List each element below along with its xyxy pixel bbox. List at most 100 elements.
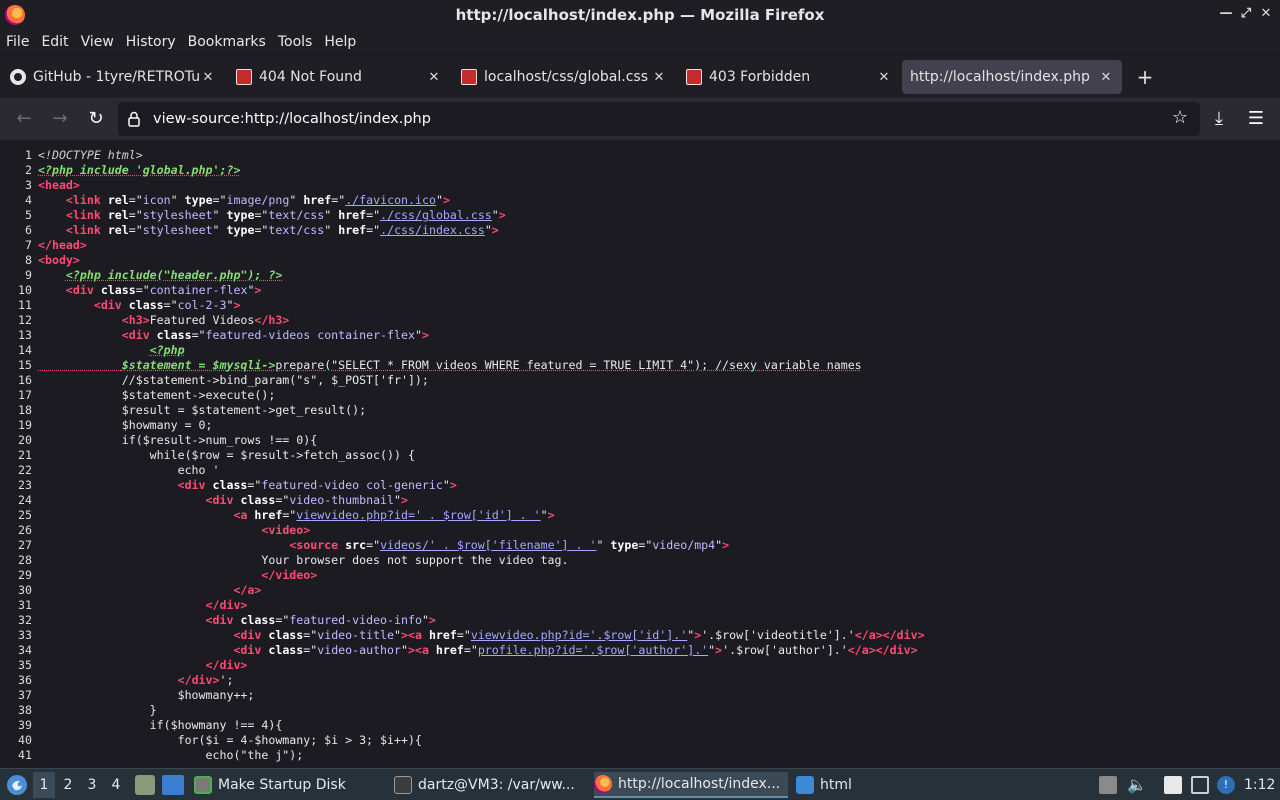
taskbar-item-startup-disk[interactable]: Make Startup Disk bbox=[194, 772, 384, 798]
tab-github[interactable]: GitHub - 1tyre/RETROTube ✕ bbox=[2, 60, 224, 94]
line-number: 24 bbox=[18, 493, 32, 507]
window-title: http://localhost/index.php — Mozilla Fir… bbox=[455, 6, 825, 24]
line-number: 8 bbox=[25, 253, 32, 267]
source-line: 10 <div class="container-flex"> bbox=[0, 283, 1280, 298]
taskbar-item-folder[interactable]: html bbox=[796, 772, 886, 798]
back-button[interactable]: ← bbox=[12, 107, 36, 131]
php-instruction: <?php include("header.php"); ?> bbox=[65, 268, 283, 282]
code-text: $howmany++; bbox=[38, 688, 255, 702]
volume-icon[interactable]: 🔈 bbox=[1127, 776, 1147, 794]
line-number: 31 bbox=[18, 598, 32, 612]
code-text: //$statement->bind_param("s", $_POST['fr… bbox=[38, 373, 429, 387]
usb-creator-icon bbox=[194, 776, 212, 794]
app-menu-button[interactable]: ☰ bbox=[1244, 107, 1268, 131]
php-instruction: $statement = $mysqli-> bbox=[121, 358, 276, 372]
source-line: 12 <h3>Featured Videos</h3> bbox=[0, 313, 1280, 328]
tab-title: 404 Not Found bbox=[259, 69, 362, 85]
source-line: 30 </a> bbox=[0, 583, 1280, 598]
source-link[interactable]: viewvideo.php?id=' . $row['id'] . ' bbox=[296, 508, 540, 522]
source-line: 23 <div class="featured-video col-generi… bbox=[0, 478, 1280, 493]
close-window-icon[interactable]: ✕ bbox=[1258, 6, 1274, 22]
line-number: 40 bbox=[18, 733, 32, 747]
tab-title: GitHub - 1tyre/RETROTube bbox=[33, 69, 200, 85]
source-link[interactable]: videos/' . $row['filename'] . ' bbox=[380, 538, 596, 552]
line-number: 35 bbox=[18, 658, 32, 672]
workspace-1[interactable]: 1 bbox=[33, 772, 55, 798]
workspace-4[interactable]: 4 bbox=[105, 772, 127, 798]
workspace-2[interactable]: 2 bbox=[57, 772, 79, 798]
source-link[interactable]: viewvideo.php?id='.$row['id'].' bbox=[471, 628, 687, 642]
url-text[interactable]: view-source:http://localhost/index.php bbox=[153, 102, 431, 136]
desktop-icon[interactable] bbox=[162, 775, 184, 795]
forward-button[interactable]: → bbox=[48, 107, 72, 131]
source-line: 13 <div class="featured-videos container… bbox=[0, 328, 1280, 343]
source-line: 20 if($result->num_rows !== 0){ bbox=[0, 433, 1280, 448]
source-link[interactable]: ./css/global.css bbox=[380, 208, 492, 222]
code-text: for($i = 4-$howmany; $i > 3; $i++){ bbox=[38, 733, 422, 747]
line-number: 39 bbox=[18, 718, 32, 732]
close-tab-icon[interactable]: ✕ bbox=[876, 70, 892, 85]
minimize-icon[interactable]: — bbox=[1218, 6, 1234, 22]
notes-icon[interactable] bbox=[1164, 776, 1182, 794]
source-link[interactable]: profile.php?id='.$row['author'].' bbox=[478, 643, 708, 657]
line-number: 9 bbox=[25, 268, 32, 282]
source-line: 36 </div>'; bbox=[0, 673, 1280, 688]
line-number: 28 bbox=[18, 553, 32, 567]
maximize-icon[interactable]: ⤢ bbox=[1238, 6, 1254, 22]
taskbar-item-firefox[interactable]: http://localhost/index... bbox=[594, 772, 788, 798]
view-source-content[interactable]: 1 <!DOCTYPE html> 2 <?php include 'global.… bbox=[0, 140, 1280, 768]
tab-index-php[interactable]: http://localhost/index.php ✕ bbox=[902, 60, 1122, 94]
line-number: 22 bbox=[18, 463, 32, 477]
network-icon[interactable] bbox=[1191, 776, 1209, 794]
clipboard-icon[interactable] bbox=[1099, 776, 1117, 794]
code-text: echo ' bbox=[38, 463, 220, 477]
source-line: 9 <?php include("header.php"); ?> bbox=[0, 268, 1280, 283]
start-menu-icon[interactable] bbox=[6, 774, 28, 796]
menu-history[interactable]: History bbox=[126, 34, 176, 50]
clock[interactable]: 1:12 bbox=[1244, 772, 1275, 798]
source-link[interactable]: ./favicon.ico bbox=[345, 193, 436, 207]
source-line: 27 <source src="videos/' . $row['filenam… bbox=[0, 538, 1280, 553]
close-tab-icon[interactable]: ✕ bbox=[426, 70, 442, 85]
notification-icon[interactable]: ! bbox=[1217, 776, 1235, 794]
new-tab-button[interactable]: + bbox=[1135, 64, 1155, 90]
url-bar[interactable]: view-source:http://localhost/index.php ☆ bbox=[118, 102, 1200, 136]
tab-403[interactable]: 403 Forbidden ✕ bbox=[678, 60, 900, 94]
menu-file[interactable]: File bbox=[6, 34, 29, 50]
line-number: 17 bbox=[18, 388, 32, 402]
menu-edit[interactable]: Edit bbox=[41, 34, 68, 50]
line-number: 1 bbox=[25, 148, 32, 162]
tab-global-css[interactable]: localhost/css/global.css ✕ bbox=[453, 60, 675, 94]
menu-bookmarks[interactable]: Bookmarks bbox=[188, 34, 266, 50]
line-number: 6 bbox=[25, 223, 32, 237]
menu-tools[interactable]: Tools bbox=[278, 34, 313, 50]
source-line: 15 $statement = $mysqli->prepare("SELECT… bbox=[0, 358, 1280, 373]
bookmark-star-icon[interactable]: ☆ bbox=[1170, 108, 1190, 128]
source-line: 33 <div class="video-title"><a href="vie… bbox=[0, 628, 1280, 643]
tab-title: 403 Forbidden bbox=[709, 69, 811, 85]
line-number: 34 bbox=[18, 643, 32, 657]
source-line: 6 <link rel="stylesheet" type="text/css"… bbox=[0, 223, 1280, 238]
close-tab-icon[interactable]: ✕ bbox=[200, 70, 216, 85]
line-number: 41 bbox=[18, 748, 32, 762]
tab-404[interactable]: 404 Not Found ✕ bbox=[228, 60, 450, 94]
close-tab-icon[interactable]: ✕ bbox=[651, 70, 667, 85]
line-number: 37 bbox=[18, 688, 32, 702]
downloads-button[interactable]: ⤓ bbox=[1207, 107, 1231, 131]
source-line: 8 <body> bbox=[0, 253, 1280, 268]
menu-help[interactable]: Help bbox=[324, 34, 356, 50]
files-launcher-icon[interactable] bbox=[135, 775, 155, 795]
title-bar[interactable]: http://localhost/index.php — Mozilla Fir… bbox=[0, 0, 1280, 30]
tab-title: localhost/css/global.css bbox=[484, 69, 648, 85]
page-info-icon[interactable] bbox=[127, 111, 141, 127]
navigation-bar: ← → ↻ view-source:http://localhost/index… bbox=[0, 98, 1280, 140]
menu-view[interactable]: View bbox=[81, 34, 114, 50]
workspace-3[interactable]: 3 bbox=[81, 772, 103, 798]
taskbar-item-terminal[interactable]: dartz@VM3: /var/ww... bbox=[394, 772, 584, 798]
line-number: 27 bbox=[18, 538, 32, 552]
source-line: 26 <video> bbox=[0, 523, 1280, 538]
close-tab-icon[interactable]: ✕ bbox=[1098, 70, 1114, 85]
reload-button[interactable]: ↻ bbox=[84, 107, 108, 131]
source-link[interactable]: ./css/index.css bbox=[380, 223, 485, 237]
taskbar-item-label: Make Startup Disk bbox=[218, 777, 346, 793]
